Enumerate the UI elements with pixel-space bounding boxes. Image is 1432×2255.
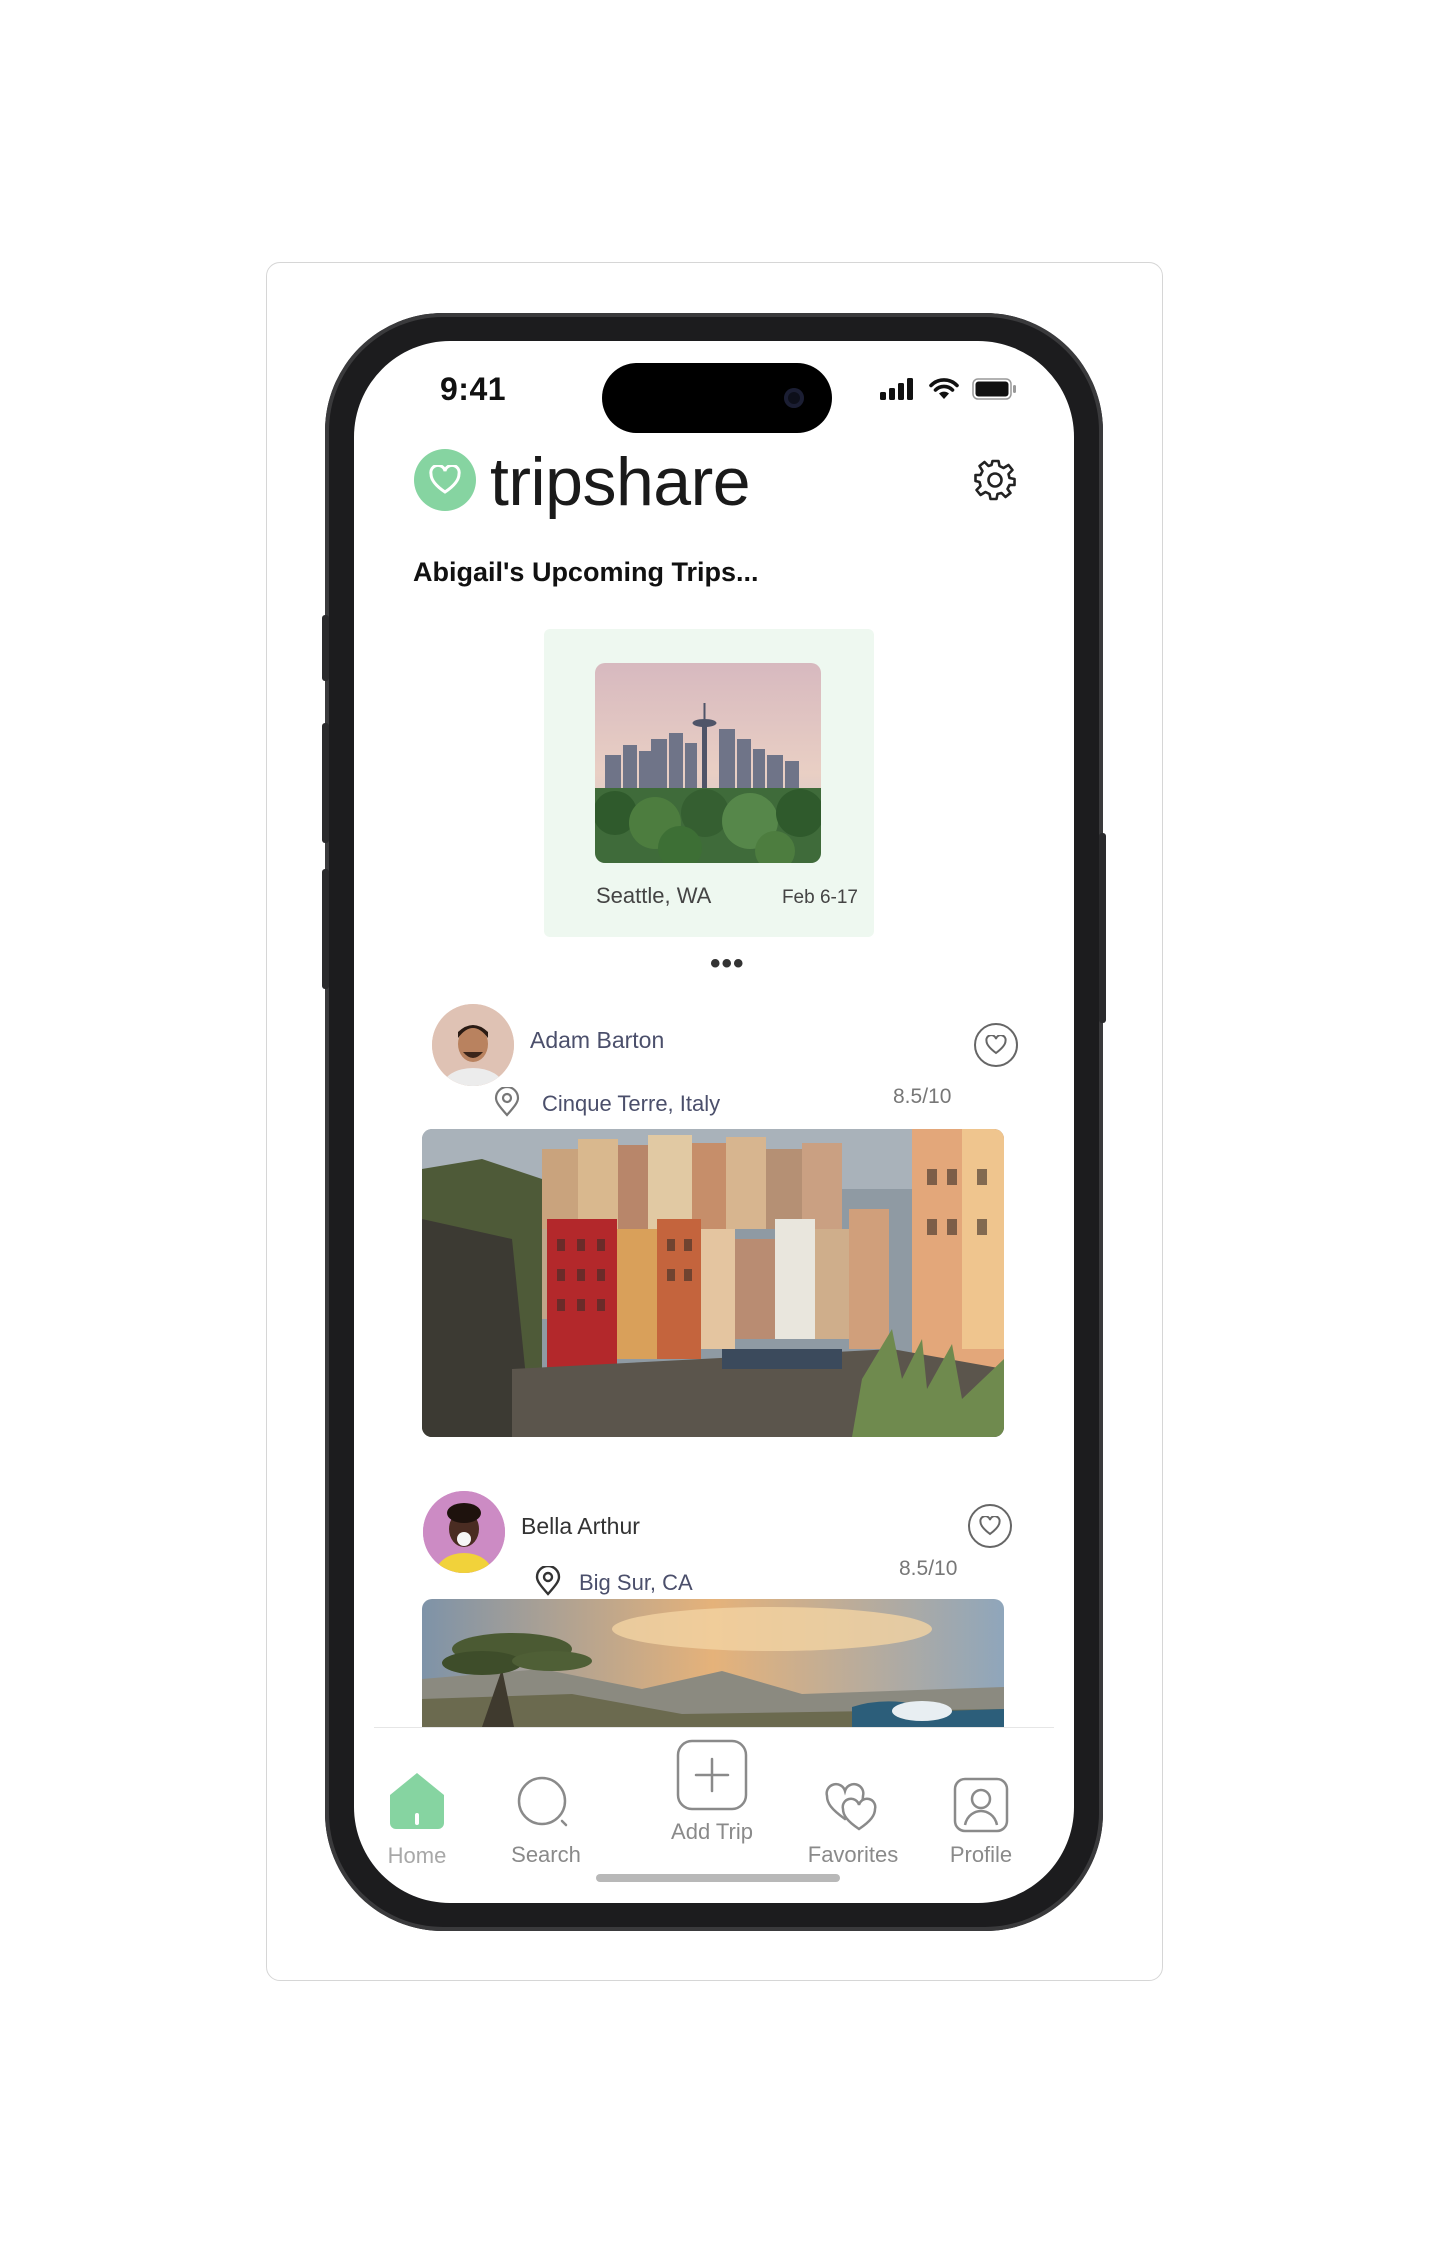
brand-name: tripshare — [490, 444, 751, 520]
poster-name[interactable]: Adam Barton — [530, 1027, 664, 1054]
action-button — [322, 615, 329, 681]
poster-name[interactable]: Bella Arthur — [521, 1513, 640, 1540]
favorite-button[interactable] — [968, 1504, 1012, 1548]
power-button — [1099, 833, 1106, 1023]
location-pin-icon — [535, 1566, 561, 1596]
cellular-signal-icon — [880, 378, 913, 400]
nav-favorites-label: Favorites — [807, 1842, 899, 1867]
upcoming-trips-title: Abigail's Upcoming Trips... — [413, 557, 759, 587]
nav-add-trip[interactable]: Add Trip — [667, 1739, 757, 1844]
plus-icon — [676, 1739, 748, 1811]
app-screen: 9:41 tripshare Abigail's Upcoming Trips.… — [354, 341, 1074, 1903]
nav-profile[interactable]: Profile — [941, 1777, 1021, 1867]
heart-icon — [979, 1516, 1001, 1536]
status-time: 9:41 — [440, 371, 507, 407]
search-icon — [517, 1776, 568, 1827]
big-sur-image[interactable] — [422, 1599, 1004, 1727]
gear-icon[interactable] — [974, 459, 1016, 501]
favorite-button[interactable] — [974, 1023, 1018, 1067]
post-rating: 8.5/10 — [893, 1085, 952, 1108]
dynamic-island — [602, 363, 832, 433]
home-indicator[interactable] — [596, 1874, 840, 1882]
wifi-icon — [929, 378, 959, 399]
trip-destination: Seattle, WA — [596, 883, 712, 908]
nav-favorites[interactable]: Favorites — [803, 1777, 903, 1867]
post-location: Big Sur, CA — [579, 1570, 693, 1595]
post-location: Cinque Terre, Italy — [542, 1091, 721, 1116]
location-pin-icon — [494, 1087, 520, 1117]
nav-divider — [374, 1727, 1054, 1728]
upcoming-trip-card[interactable]: Seattle, WA Feb 6-17 — [544, 629, 874, 937]
home-icon — [390, 1773, 444, 1829]
post-rating: 8.5/10 — [899, 1557, 958, 1580]
heart-icon — [985, 1035, 1007, 1055]
favorites-icon — [825, 1782, 877, 1831]
profile-icon — [953, 1777, 1009, 1833]
nav-home[interactable]: Home — [382, 1769, 452, 1868]
seattle-skyline-image — [595, 663, 821, 863]
camera-icon — [784, 388, 804, 408]
more-trips-indicator[interactable]: ••• — [710, 949, 745, 979]
nav-home-label: Home — [387, 1843, 447, 1868]
nav-search[interactable]: Search — [504, 1775, 588, 1867]
battery-icon — [972, 378, 1016, 400]
nav-search-label: Search — [511, 1842, 581, 1867]
avatar[interactable] — [432, 1004, 514, 1086]
trip-dates: Feb 6-17 — [781, 887, 858, 908]
heart-icon — [429, 465, 461, 494]
app-logo — [414, 449, 476, 511]
avatar[interactable] — [423, 1491, 505, 1573]
nav-profile-label: Profile — [949, 1842, 1013, 1867]
status-icons — [880, 377, 1018, 401]
cinque-terre-image[interactable] — [422, 1129, 1004, 1437]
volume-up-button — [322, 723, 329, 843]
nav-add-trip-label: Add Trip — [671, 1819, 753, 1844]
volume-down-button — [322, 869, 329, 989]
